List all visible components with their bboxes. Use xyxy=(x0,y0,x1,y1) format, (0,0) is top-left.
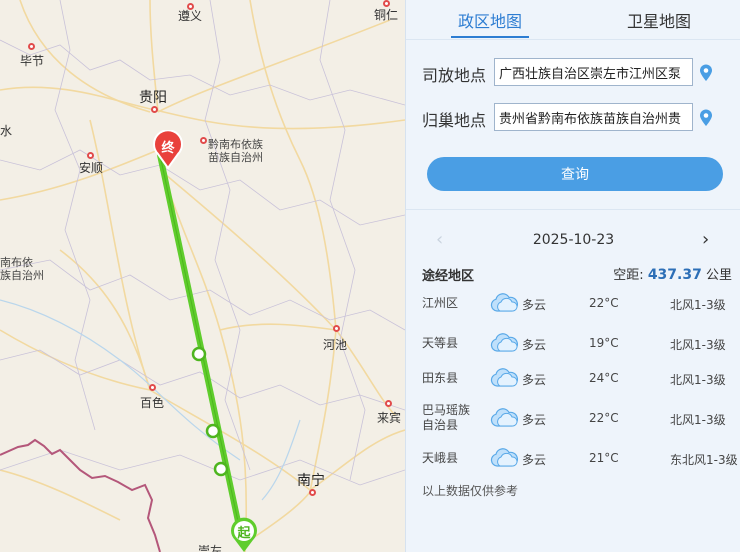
weather-region: 田东县 xyxy=(422,370,459,385)
cloud-icon xyxy=(490,368,518,387)
city-dot-bijie xyxy=(28,43,35,50)
weather-condition: 多云 xyxy=(522,338,547,352)
weather-temperature: 21°C xyxy=(589,451,619,465)
origin-label: 司放地点 xyxy=(422,66,487,85)
edge-label-qianxinan: 南布依 族自治州 xyxy=(0,256,44,282)
weather-wind: 北风1-3级 xyxy=(670,298,726,312)
weather-condition: 多云 xyxy=(522,373,547,387)
city-label-bijie: 毕节 xyxy=(20,54,45,68)
start-marker[interactable]: 起 xyxy=(229,517,259,552)
waypoint[interactable] xyxy=(191,346,207,362)
side-panel: 政区地图 卫星地图 司放地点 归巢地点 查询 ‹ 2025-10-23 › 途经… xyxy=(405,0,740,552)
footnote: 以上数据仅供参考 xyxy=(422,484,519,498)
city-label-laibin: 来宾 xyxy=(377,411,402,425)
start-marker-label: 起 xyxy=(237,526,251,541)
weather-temperature: 24°C xyxy=(589,371,619,385)
weather-region: 巴马瑶族 自治县 xyxy=(422,403,471,432)
city-label-anshun: 安顺 xyxy=(79,161,104,175)
origin-location-icon[interactable] xyxy=(699,64,713,82)
cloud-icon xyxy=(490,333,518,352)
weather-temperature: 22°C xyxy=(589,411,619,425)
city-dot-laibin xyxy=(385,400,392,407)
map-roads xyxy=(0,0,405,552)
air-distance: 空距: 437.37 公里 xyxy=(613,264,732,283)
tab-satellite-map[interactable]: 卫星地图 xyxy=(627,8,691,32)
section-divider xyxy=(406,209,740,210)
destination-label: 归巢地点 xyxy=(422,111,487,130)
weather-temperature: 22°C xyxy=(589,296,619,310)
city-label-guiyang: 贵阳 xyxy=(139,90,167,106)
active-tab-indicator xyxy=(451,36,529,38)
query-button[interactable]: 查询 xyxy=(427,157,723,191)
air-distance-unit: 公里 xyxy=(705,268,732,283)
map-canvas[interactable] xyxy=(0,0,405,552)
map-view[interactable]: 遵义 铜仁 毕节 贵阳 黔南布依族苗族自治州 安顺 河池 百色 来宾 南宁 水 … xyxy=(0,0,405,552)
destination-location-icon[interactable] xyxy=(699,109,713,127)
weather-wind: 北风1-3级 xyxy=(670,338,726,352)
city-dot-qiannan xyxy=(200,137,207,144)
city-label-tongren: 铜仁 xyxy=(374,8,399,22)
weather-temperature: 19°C xyxy=(589,336,619,350)
city-dot-baise xyxy=(149,384,156,391)
weather-condition: 多云 xyxy=(522,298,547,312)
tabs-divider xyxy=(406,39,740,40)
tab-political-map[interactable]: 政区地图 xyxy=(458,8,522,32)
origin-input[interactable] xyxy=(494,58,693,86)
weather-condition: 多云 xyxy=(522,453,547,467)
destination-input[interactable] xyxy=(494,103,693,131)
weather-row: 巴马瑶族 自治县 多云 22°C 北风1-3级 xyxy=(406,400,740,436)
weather-region: 江州区 xyxy=(422,295,459,310)
weather-row: 江州区 多云 22°C 北风1-3级 xyxy=(406,285,740,321)
air-distance-label: 空距: xyxy=(613,268,644,283)
map-borders xyxy=(0,0,405,486)
end-marker[interactable]: 终 xyxy=(150,130,186,170)
city-label-nanning: 南宁 xyxy=(297,473,325,489)
cloud-icon xyxy=(490,448,518,467)
weather-row: 田东县 多云 24°C 北风1-3级 xyxy=(406,360,740,396)
air-distance-value: 437.37 xyxy=(647,267,702,283)
weather-region: 天峨县 xyxy=(422,450,459,465)
city-dot-hechi xyxy=(333,325,340,332)
edge-label-water: 水 xyxy=(0,124,13,138)
weather-wind: 东北风1-3级 xyxy=(670,453,738,467)
cloud-icon xyxy=(490,293,518,312)
city-label-zunyi: 遵义 xyxy=(178,9,203,23)
weather-condition: 多云 xyxy=(522,413,547,427)
cloud-icon xyxy=(490,408,518,427)
waypoint[interactable] xyxy=(213,461,229,477)
next-date-chevron-icon[interactable]: › xyxy=(702,231,709,249)
route-regions-title: 途经地区 xyxy=(422,269,475,284)
edge-label-chongzuo: 崇左 xyxy=(198,544,223,552)
weather-row: 天峨县 多云 21°C 东北风1-3级 xyxy=(406,440,740,476)
weather-region: 天等县 xyxy=(422,335,459,350)
city-label-hechi: 河池 xyxy=(323,338,348,352)
city-dot-anshun xyxy=(87,152,94,159)
waypoint[interactable] xyxy=(205,423,221,439)
city-dot-guiyang xyxy=(151,106,158,113)
forecast-date: 2025-10-23 xyxy=(532,232,615,248)
end-marker-label: 终 xyxy=(161,141,175,156)
weather-wind: 北风1-3级 xyxy=(670,373,726,387)
weather-wind: 北风1-3级 xyxy=(670,413,726,427)
city-dot-nanning xyxy=(309,489,316,496)
city-label-qiannan: 黔南布依族苗族自治州 xyxy=(208,138,263,164)
weather-row: 天等县 多云 19°C 北风1-3级 xyxy=(406,325,740,361)
map-type-tabs: 政区地图 卫星地图 xyxy=(406,0,740,40)
city-label-baise: 百色 xyxy=(140,396,165,410)
